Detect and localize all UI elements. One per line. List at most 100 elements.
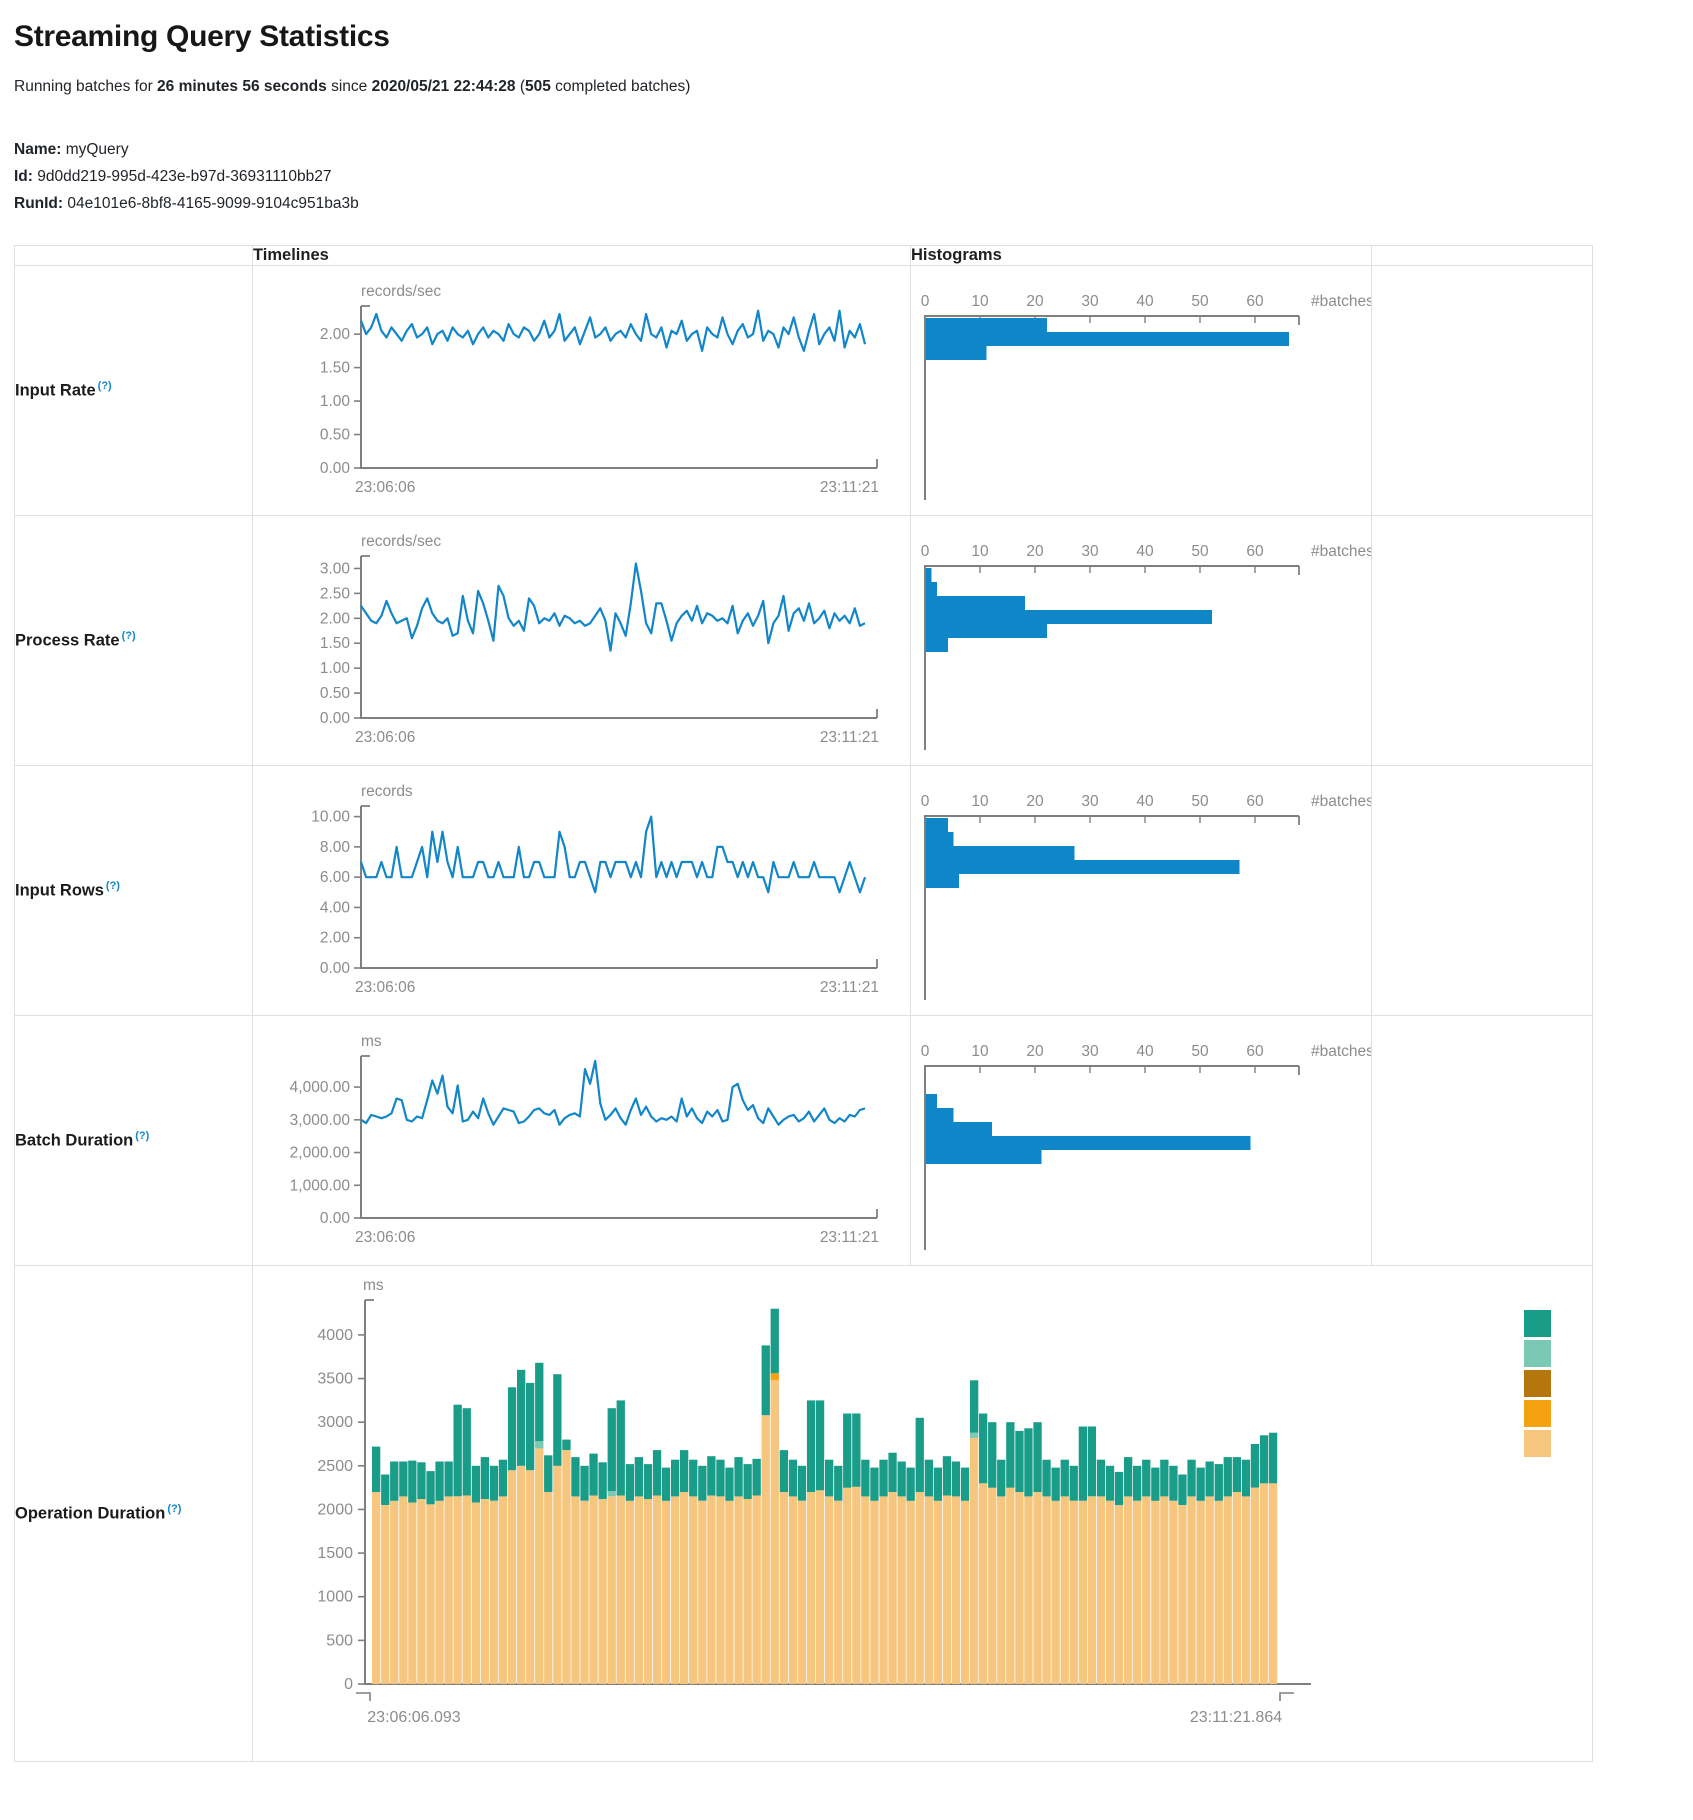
row-label: Operation Duration xyxy=(15,1505,165,1523)
query-meta: Name: myQuery Id: 9d0dd219-995d-423e-b97… xyxy=(14,136,1693,217)
header-spacer-cell xyxy=(15,246,253,266)
process-rate-timeline-chart: records/sec0.000.501.001.502.002.503.002… xyxy=(253,526,893,756)
running-summary: Running batches for 26 minutes 56 second… xyxy=(14,78,1693,96)
input-rate-histogram-chart: 0102030405060#batches xyxy=(911,276,1371,506)
svg-text:0.50: 0.50 xyxy=(320,426,351,443)
svg-text:0: 0 xyxy=(921,1043,930,1060)
svg-text:20: 20 xyxy=(1026,293,1044,310)
svg-text:50: 50 xyxy=(1191,543,1209,560)
svg-text:1.00: 1.00 xyxy=(320,660,351,677)
timeline-cell: records0.002.004.006.008.0010.0023:06:06… xyxy=(253,766,911,1016)
row-label-cell: Batch Duration(?) xyxy=(15,1016,253,1266)
help-icon[interactable]: (?) xyxy=(135,1130,149,1142)
query-runid-label: RunId: xyxy=(14,195,63,212)
query-id-value: 9d0dd219-995d-423e-b97d-36931110bb27 xyxy=(37,168,331,185)
query-runid-value: 04e101e6-8bf8-4165-9099-9104c951ba3b xyxy=(67,195,358,212)
header-spacer-cell xyxy=(1372,246,1593,266)
row-label-cell: Input Rows(?) xyxy=(15,766,253,1016)
svg-text:records: records xyxy=(361,783,413,800)
spacer-cell xyxy=(1372,766,1593,1016)
row-label-cell: Operation Duration(?) xyxy=(15,1266,253,1762)
input-rows-histogram-chart: 0102030405060#batches xyxy=(911,776,1371,1006)
svg-text:0: 0 xyxy=(921,293,930,310)
svg-text:10: 10 xyxy=(971,543,989,560)
svg-text:23:11:21: 23:11:21 xyxy=(820,979,879,996)
help-icon[interactable]: (?) xyxy=(98,380,112,392)
help-icon[interactable]: (?) xyxy=(106,880,120,892)
row-label: Process Rate xyxy=(15,632,120,650)
help-icon[interactable]: (?) xyxy=(122,630,136,642)
table-row-operation-duration: Operation Duration(?) ms0500100015002000… xyxy=(15,1266,1593,1762)
svg-text:60: 60 xyxy=(1246,1043,1264,1060)
svg-text:ms: ms xyxy=(361,1033,382,1050)
query-runid-line: RunId: 04e101e6-8bf8-4165-9099-9104c951b… xyxy=(14,190,1693,217)
svg-text:30: 30 xyxy=(1081,543,1099,560)
table-row-input-rate: Input Rate(?) records/sec0.000.501.001.5… xyxy=(15,266,1593,516)
svg-text:23:06:06: 23:06:06 xyxy=(355,1229,415,1246)
svg-text:4000: 4000 xyxy=(317,1327,353,1344)
spacer-cell xyxy=(1372,516,1593,766)
histogram-cell: 0102030405060#batches xyxy=(911,266,1372,516)
svg-text:60: 60 xyxy=(1246,293,1264,310)
svg-text:60: 60 xyxy=(1246,543,1264,560)
batch-duration-histogram-chart: 0102030405060#batches xyxy=(911,1026,1371,1256)
process-rate-histogram-chart: 0102030405060#batches xyxy=(911,526,1371,756)
query-name-label: Name: xyxy=(14,141,61,158)
row-label-cell: Input Rate(?) xyxy=(15,266,253,516)
svg-text:10.00: 10.00 xyxy=(311,808,350,825)
column-header-timelines: Timelines xyxy=(253,246,911,266)
table-row-batch-duration: Batch Duration(?) ms0.001,000.002,000.00… xyxy=(15,1016,1593,1266)
svg-text:0: 0 xyxy=(921,793,930,810)
svg-text:3000: 3000 xyxy=(317,1414,353,1431)
svg-text:1500: 1500 xyxy=(317,1545,353,1562)
svg-text:4.00: 4.00 xyxy=(320,899,351,916)
svg-text:records/sec: records/sec xyxy=(361,283,441,300)
statistics-table: Timelines Histograms Input Rate(?) recor… xyxy=(14,245,1593,1762)
svg-text:40: 40 xyxy=(1136,293,1154,310)
svg-text:#batches: #batches xyxy=(1311,1043,1371,1060)
input-rows-timeline-chart: records0.002.004.006.008.0010.0023:06:06… xyxy=(253,776,893,1006)
spacer-cell xyxy=(1372,266,1593,516)
table-row-process-rate: Process Rate(?) records/sec0.000.501.001… xyxy=(15,516,1593,766)
svg-text:0.00: 0.00 xyxy=(320,710,351,727)
svg-text:50: 50 xyxy=(1191,793,1209,810)
svg-text:3.00: 3.00 xyxy=(320,560,351,577)
svg-text:30: 30 xyxy=(1081,793,1099,810)
svg-text:10: 10 xyxy=(971,293,989,310)
query-id-line: Id: 9d0dd219-995d-423e-b97d-36931110bb27 xyxy=(14,163,1693,190)
svg-text:30: 30 xyxy=(1081,1043,1099,1060)
svg-text:23:06:06: 23:06:06 xyxy=(355,479,415,496)
svg-text:4,000.00: 4,000.00 xyxy=(290,1079,351,1096)
row-label: Input Rate xyxy=(15,382,96,400)
svg-text:20: 20 xyxy=(1026,793,1044,810)
row-label-cell: Process Rate(?) xyxy=(15,516,253,766)
table-row-input-rows: Input Rows(?) records0.002.004.006.008.0… xyxy=(15,766,1593,1016)
svg-text:0.00: 0.00 xyxy=(320,960,351,977)
svg-text:2.50: 2.50 xyxy=(320,585,351,602)
svg-text:50: 50 xyxy=(1191,293,1209,310)
svg-text:23:06:06: 23:06:06 xyxy=(355,729,415,746)
legend-swatch-green xyxy=(1524,1310,1551,1337)
legend-swatch-brown xyxy=(1524,1370,1551,1397)
row-label: Batch Duration xyxy=(15,1132,133,1150)
svg-text:1.00: 1.00 xyxy=(320,393,351,410)
histogram-cell: 0102030405060#batches xyxy=(911,516,1372,766)
svg-text:records/sec: records/sec xyxy=(361,533,441,550)
help-icon[interactable]: (?) xyxy=(167,1503,181,1515)
svg-text:1.50: 1.50 xyxy=(320,635,351,652)
row-label: Input Rows xyxy=(15,882,104,900)
column-header-histograms: Histograms xyxy=(911,246,1372,266)
svg-text:40: 40 xyxy=(1136,793,1154,810)
streaming-query-statistics-page: Streaming Query Statistics Running batch… xyxy=(0,0,1693,1762)
svg-text:2500: 2500 xyxy=(317,1458,353,1475)
query-id-label: Id: xyxy=(14,168,33,185)
svg-text:23:06:06: 23:06:06 xyxy=(355,979,415,996)
table-header-row: Timelines Histograms xyxy=(15,246,1593,266)
svg-text:0: 0 xyxy=(921,543,930,560)
svg-text:23:11:21.864: 23:11:21.864 xyxy=(1190,1709,1282,1726)
page-title: Streaming Query Statistics xyxy=(14,20,1693,54)
svg-text:8.00: 8.00 xyxy=(320,838,351,855)
svg-text:ms: ms xyxy=(363,1277,384,1294)
legend-swatch-teal xyxy=(1524,1340,1551,1367)
timeline-cell: ms0.001,000.002,000.003,000.004,000.0023… xyxy=(253,1016,911,1266)
